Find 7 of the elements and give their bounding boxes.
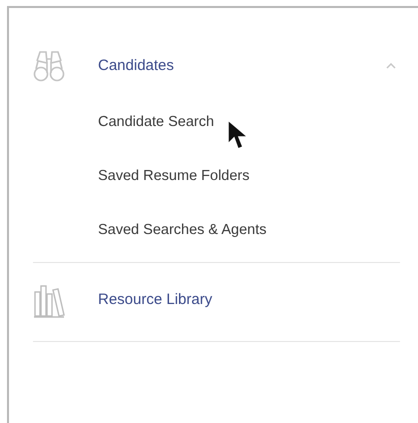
section-link[interactable]: Candidates bbox=[98, 54, 174, 78]
submenu-link[interactable]: Candidate Search bbox=[98, 112, 214, 134]
chevron-icon[interactable] bbox=[386, 63, 396, 69]
submenu-link[interactable]: Saved Searches & Agents bbox=[98, 220, 266, 242]
binoculars-icon bbox=[33, 49, 65, 83]
section-link[interactable]: Resource Library bbox=[98, 288, 212, 312]
submenu-link[interactable]: Saved Resume Folders bbox=[98, 166, 250, 188]
